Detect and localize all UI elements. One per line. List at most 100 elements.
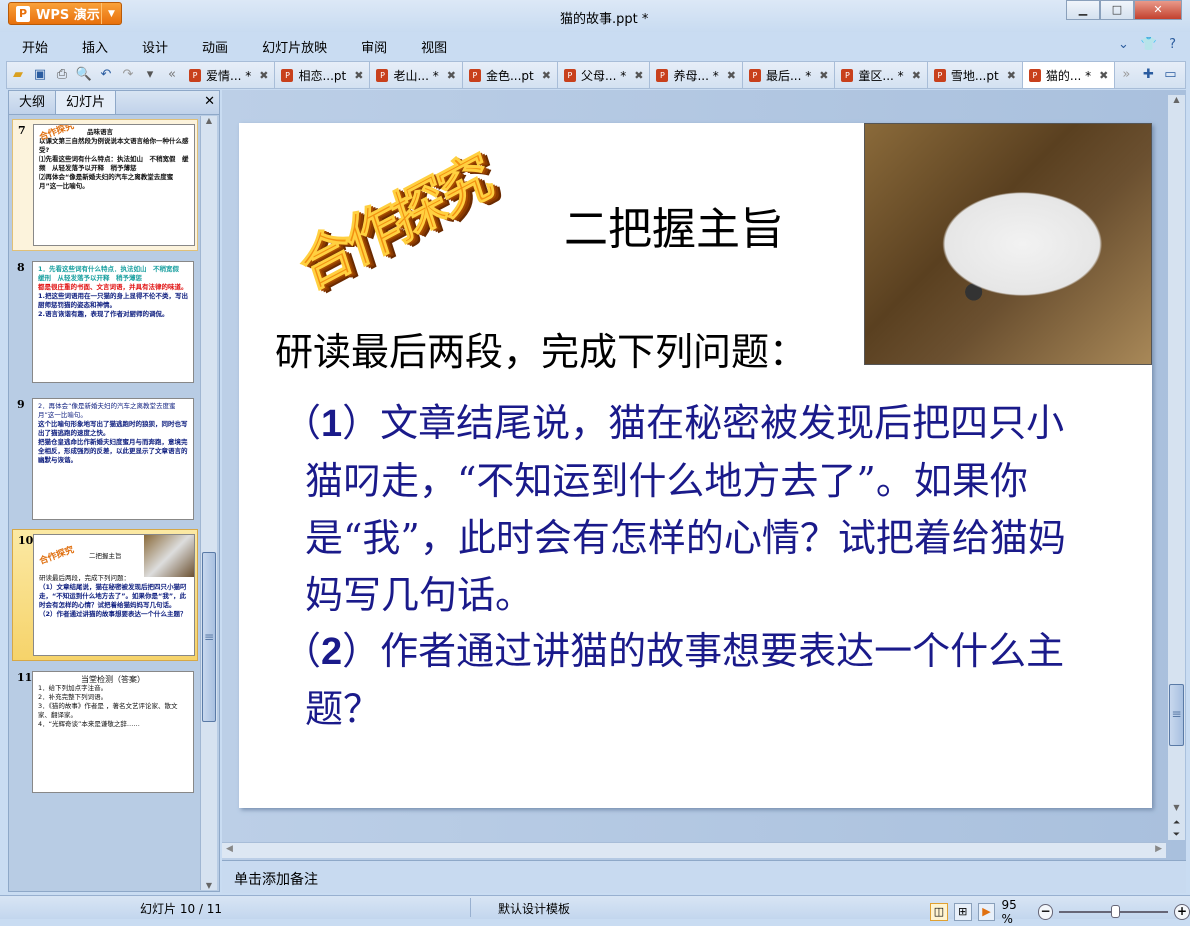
menu-design[interactable]: 设计 (142, 37, 168, 56)
slide-thumbnail-8[interactable]: 8 1．先看这些词有什么特点．执法如山 不稍宽假 缓刑 从轻发落予以开释 稍予薄… (12, 257, 198, 387)
save-icon[interactable]: ▣ (30, 65, 50, 85)
doc-tab[interactable]: P 金色...pt ✖ (463, 62, 558, 88)
doc-tab[interactable]: P 雪地...pt ✖ (928, 62, 1023, 88)
scrollbar-thumb[interactable]: ≡ (202, 552, 216, 722)
cat-photo[interactable] (864, 123, 1152, 365)
question-number: 1 (321, 403, 343, 445)
slide-panel-scrollbar[interactable]: ▲ ≡ ▼ (200, 116, 217, 890)
zoom-out-icon[interactable]: − (1037, 904, 1054, 920)
skin-shirt-icon[interactable]: 👕 (1141, 37, 1157, 52)
normal-view-icon[interactable]: ◫ (930, 903, 948, 921)
menu-slideshow[interactable]: 幻灯片放映 (262, 37, 327, 56)
ppt-file-icon: P (1028, 68, 1041, 82)
menu-insert[interactable]: 插入 (82, 37, 108, 56)
close-panel-icon[interactable]: ✕ (204, 94, 215, 109)
doc-tab-label: 金色...pt (485, 68, 534, 83)
scrollbar-thumb[interactable]: ≡ (1169, 684, 1184, 746)
wps-logo-icon: P (16, 5, 30, 22)
doc-tab-active[interactable]: P 猫的... * ✖ (1022, 62, 1116, 88)
wps-app-menu-button[interactable]: P WPS 演示 ▼ (8, 2, 122, 25)
thumb-text: （1）文章结尾说，猫在秘密被发现后把四只小猫叼走，“不知运到什么地方去了”。如果… (39, 583, 187, 609)
print-preview-icon[interactable]: 🔍 (74, 65, 94, 85)
tabs-scroll-left-icon[interactable]: « (162, 65, 182, 85)
scroll-up-icon[interactable]: ▲ (201, 116, 217, 132)
title-bar: P WPS 演示 ▼ 猫的故事.ppt * ▁ □ ✕ (0, 0, 1190, 32)
thumb-title: 二把握主旨 (89, 551, 122, 560)
customize-toolbar-icon[interactable]: ▾ (140, 65, 160, 85)
question-number: 2 (321, 631, 343, 673)
slide-title[interactable]: 二把握主旨 (564, 193, 784, 257)
slide-thumbnail-10[interactable]: 10 合作探究 二把握主旨 研读最后两段，完成下列问题： （1）文章结尾说，猫在秘… (12, 529, 198, 661)
horizontal-scrollbar[interactable]: ◀ ▶ (222, 842, 1166, 858)
doc-tab[interactable]: P 童区... * ✖ (835, 62, 928, 88)
status-bar: 幻灯片 10 / 11 默认设计模板 ◫ ⊞ ▶ 95 % − + (0, 895, 1190, 926)
close-tab-icon[interactable]: ✖ (819, 69, 828, 82)
close-tab-icon[interactable]: ✖ (1007, 69, 1016, 82)
close-button[interactable]: ✕ (1134, 0, 1182, 20)
zoom-slider-handle[interactable] (1111, 905, 1121, 918)
close-tab-icon[interactable]: ✖ (542, 69, 551, 82)
close-tab-icon[interactable]: ✖ (912, 69, 921, 82)
tab-slides[interactable]: 幻灯片 (55, 91, 117, 114)
slide-thumbnail-7[interactable]: 7 合作探究 品味语言 以课文第三自然段为例说说本文语言给你一种什么感受? ⑴先看… (12, 119, 198, 251)
slide-sorter-icon[interactable]: ⊞ (953, 903, 972, 921)
doc-tab[interactable]: P 父母... * ✖ (558, 62, 651, 88)
doc-tab[interactable]: P 最后... * ✖ (743, 62, 836, 88)
thumb-text: 把猫仓皇逃命比作新婚夫妇度蜜月与而奔跑，意境完全相反，形成强烈的反差，以此更显示… (38, 438, 188, 464)
close-tab-icon[interactable]: ✖ (634, 69, 643, 82)
scroll-down-icon[interactable]: ▼ (1168, 803, 1185, 812)
tab-outline[interactable]: 大纲 (9, 91, 55, 114)
doc-tab-label: 老山... * (393, 68, 439, 83)
thumb-wordart: 合作探究 (38, 544, 76, 567)
scroll-left-icon[interactable]: ◀ (226, 844, 233, 854)
design-template-label[interactable]: 默认设计模板 (498, 900, 570, 917)
doc-tab[interactable]: P 养母... * ✖ (650, 62, 743, 88)
redo-icon[interactable]: ↷ (118, 65, 138, 85)
open-folder-icon[interactable]: ▰ (8, 65, 28, 85)
question-1[interactable]: （1）文章结尾说，猫在秘密被发现后把四只小猫叼走，“不知运到什么地方去了”。如果… (283, 395, 1083, 624)
doc-tab[interactable]: P 相恋...pt ✖ (275, 62, 371, 88)
menu-animation[interactable]: 动画 (202, 37, 228, 56)
zoom-in-icon[interactable]: + (1174, 904, 1190, 920)
window-layout-icon[interactable]: ▭ (1160, 65, 1180, 85)
scroll-down-icon[interactable]: ▼ (201, 881, 217, 890)
next-slide-icon[interactable]: ⏷ (1168, 830, 1185, 840)
question-2[interactable]: （2）作者通过讲猫的故事想要表达一个什么主题？ (283, 623, 1083, 738)
notes-input[interactable]: 单击添加备注 (222, 860, 1186, 893)
slide-thumbnail-9[interactable]: 9 2．再体会“像是新婚夫妇的汽车之离教堂去度蜜月”这一比喻句。 这个比喻句形象… (12, 394, 198, 524)
slideshow-icon[interactable]: ▶ (977, 903, 996, 921)
slide-canvas[interactable]: 合作探究 二把握主旨 研读最后两段，完成下列问题： （1）文章结尾说，猫在秘密被… (239, 123, 1152, 808)
maximize-button[interactable]: □ (1100, 0, 1134, 20)
close-tab-icon[interactable]: ✖ (259, 69, 268, 82)
thumb-text: 2.语言诙谐有趣，表现了作者对厨师的调侃。 (38, 310, 169, 318)
thumb-text: 3．《猫的故事》作者是 ，著名文艺评论家、散文家、翻译家。 (38, 702, 178, 719)
chevron-down-icon: ▼ (101, 3, 121, 24)
print-icon[interactable]: ⎙ (52, 65, 72, 85)
minimize-button[interactable]: ▁ (1066, 0, 1100, 20)
tabs-scroll-right-icon[interactable]: » (1116, 65, 1136, 85)
scroll-right-icon[interactable]: ▶ (1155, 844, 1162, 854)
slide-number: 7 (18, 124, 26, 137)
close-tab-icon[interactable]: ✖ (1099, 69, 1108, 82)
slide-subtitle[interactable]: 研读最后两段，完成下列问题： (275, 321, 807, 376)
thumb-text: 2．再体会“像是新婚夫妇的汽车之离教堂去度蜜月”这一比喻句。 (38, 402, 176, 419)
close-tab-icon[interactable]: ✖ (727, 69, 736, 82)
slide-thumbnail-11[interactable]: 11 当堂检测（答案） 1．给下列加点字注音。 2．补充完整下列词语。 3．《猫… (12, 667, 198, 797)
menu-review[interactable]: 审阅 (361, 37, 387, 56)
undo-icon[interactable]: ↶ (96, 65, 116, 85)
doc-tab[interactable]: P 老山... * ✖ (370, 62, 463, 88)
ppt-file-icon: P (281, 68, 294, 82)
doc-tab-label: 童区... * (858, 68, 904, 83)
scroll-up-icon[interactable]: ▲ (1168, 95, 1185, 104)
previous-slide-icon[interactable]: ⏶ (1168, 818, 1185, 828)
zoom-slider[interactable] (1059, 905, 1169, 918)
wordart-heading[interactable]: 合作探究 (288, 131, 497, 307)
close-tab-icon[interactable]: ✖ (354, 69, 363, 82)
doc-tab[interactable]: P 爱情... * ✖ (183, 62, 276, 88)
menu-home[interactable]: 开始 (22, 37, 48, 56)
help-icon[interactable]: ? (1169, 37, 1176, 52)
menu-view[interactable]: 视图 (421, 37, 447, 56)
collapse-ribbon-icon[interactable]: ⌄ (1118, 37, 1129, 52)
close-tab-icon[interactable]: ✖ (447, 69, 456, 82)
new-tab-plus-icon[interactable]: ✚ (1138, 65, 1158, 85)
